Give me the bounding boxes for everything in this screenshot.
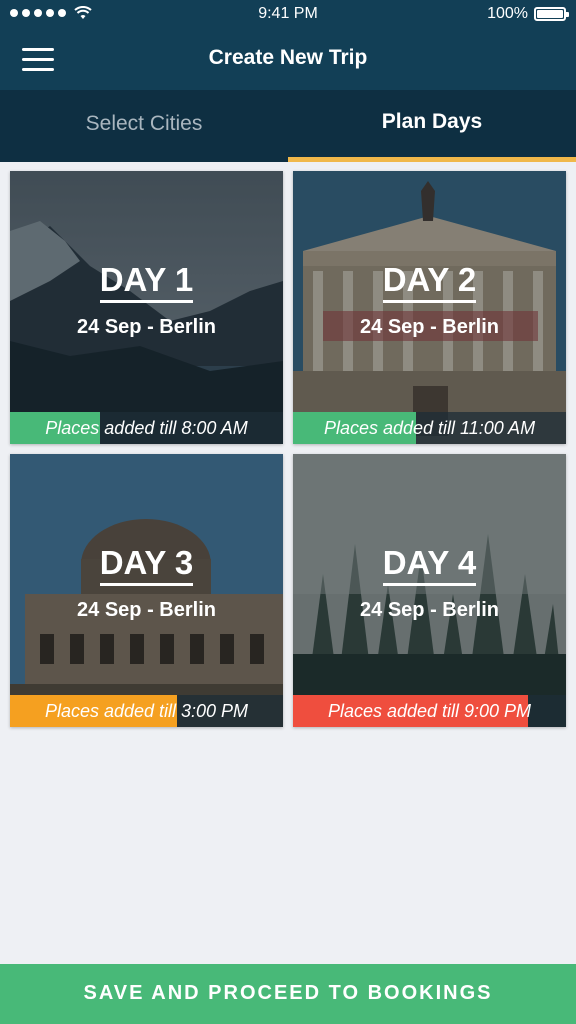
day-subtitle: 24 Sep - Berlin	[77, 599, 216, 621]
progress-label: Places added till 11:00 AM	[323, 418, 536, 438]
status-bar: 9:41 PM 100%	[0, 0, 576, 30]
day-subtitle: 24 Sep - Berlin	[360, 599, 499, 621]
day-card-2[interactable]: DAY 2 24 Sep - Berlin Places added till …	[293, 171, 566, 444]
progress-bar: Places added till 11:00 AM	[293, 412, 566, 444]
day-title: DAY 1	[99, 261, 194, 303]
tab-plan-days[interactable]: Plan Days	[288, 90, 576, 162]
battery-percentage: 100%	[487, 5, 528, 22]
page-title: Create New Trip	[208, 46, 368, 69]
day-subtitle: 24 Sep - Berlin	[77, 316, 216, 338]
day-card-4[interactable]: DAY 4 24 Sep - Berlin Places added till …	[293, 454, 566, 727]
save-and-proceed-button[interactable]: SAVE AND PROCEED TO BOOKINGS	[0, 964, 576, 1024]
tab-select-cities[interactable]: Select Cities	[0, 90, 288, 162]
navigation-bar: Create New Trip	[0, 30, 576, 90]
day-card-1[interactable]: DAY 1 24 Sep - Berlin Places added till …	[10, 171, 283, 444]
progress-bar: Places added till 8:00 AM	[10, 412, 283, 444]
tab-bar: Select Cities Plan Days	[0, 90, 576, 162]
day-card-3[interactable]: DAY 3 24 Sep - Berlin Places added till …	[10, 454, 283, 727]
progress-label: Places added till 8:00 AM	[45, 418, 248, 438]
day-subtitle: 24 Sep - Berlin	[360, 316, 499, 338]
progress-label: Places added till 3:00 PM	[44, 701, 249, 721]
progress-bar: Places added till 3:00 PM	[10, 695, 283, 727]
day-title: DAY 2	[382, 261, 477, 303]
battery-icon	[534, 7, 569, 21]
day-title: DAY 3	[99, 544, 194, 586]
progress-bar: Places added till 9:00 PM	[293, 695, 566, 727]
day-title: DAY 4	[382, 544, 477, 586]
progress-label: Places added till 9:00 PM	[327, 701, 532, 721]
